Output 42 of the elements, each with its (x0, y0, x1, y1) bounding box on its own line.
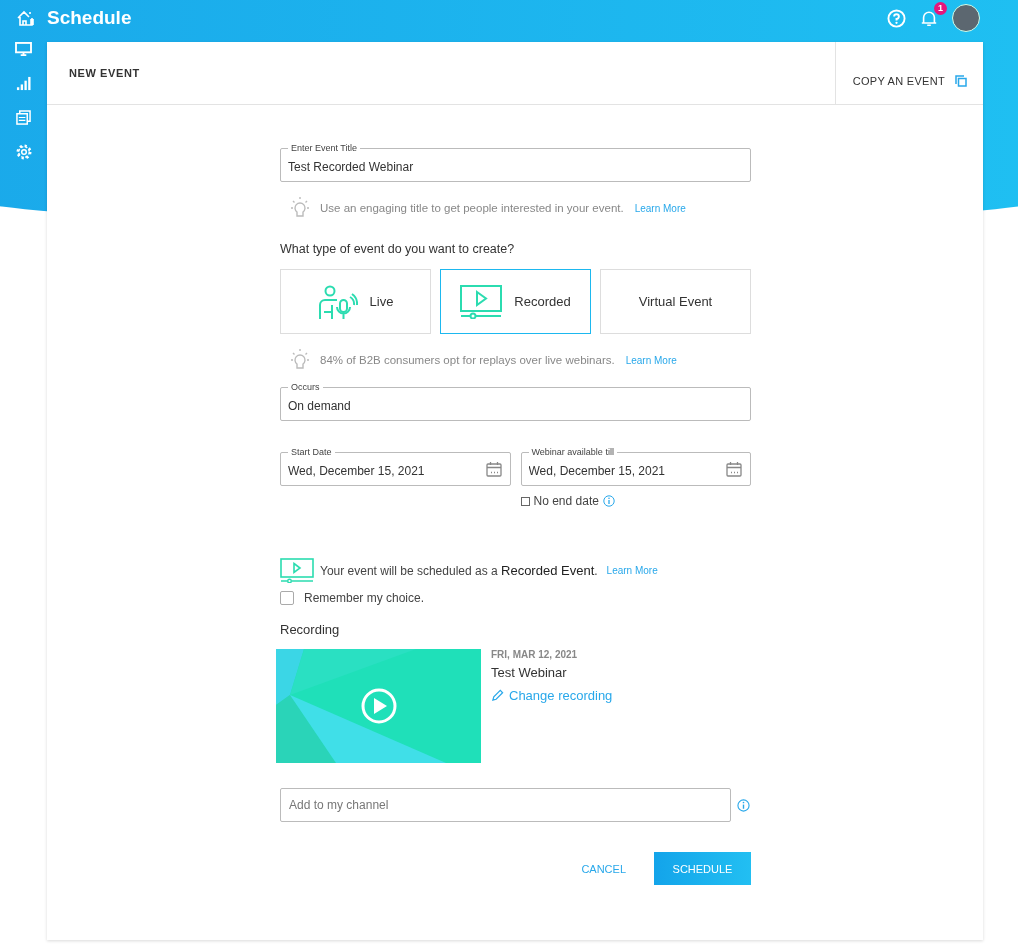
recording-date: FRI, MAR 12, 2021 (491, 649, 578, 660)
checkbox-label: No end date (533, 494, 599, 508)
settings-icon[interactable] (15, 144, 32, 160)
calendar-icon (485, 461, 502, 477)
event-type-option[interactable]: Recorded (440, 269, 591, 334)
schedule-note: Your event will be scheduled as a Recorded Event. (320, 563, 598, 578)
remember-checkbox[interactable] (280, 591, 294, 605)
field-label: Start Date (288, 446, 335, 458)
info-icon[interactable] (737, 798, 750, 812)
stacked-screens-icon[interactable] (16, 110, 31, 125)
event-type-option[interactable]: Live (280, 269, 431, 334)
lightbulb-icon (288, 196, 312, 220)
pencil-icon (491, 689, 504, 702)
tip-text: 84% of B2B consumers opt for replays over live webinars. (320, 354, 615, 366)
field-label: Occurs (288, 381, 323, 393)
field-label: Webinar available till (528, 446, 617, 458)
help-icon[interactable] (887, 8, 906, 28)
recording-title: Test Webinar (491, 665, 567, 680)
section-heading: Recording (280, 622, 341, 637)
video-player-icon (280, 558, 314, 583)
presenter-microphone-icon (317, 284, 358, 319)
tip-text: Use an engaging title to get people interested in your event. (320, 202, 624, 214)
event-type-option[interactable]: Virtual Event (600, 269, 751, 334)
signal-bars-icon[interactable] (16, 76, 31, 91)
home-icon[interactable] (17, 10, 35, 26)
monitor-icon[interactable] (15, 42, 32, 57)
card-title: NEW EVENT (68, 66, 141, 81)
field-label: Enter Event Title (288, 142, 361, 154)
play-icon (361, 688, 397, 724)
question-text: What type of event do you want to create? (280, 242, 516, 256)
calendar-icon (726, 461, 742, 477)
channel-input[interactable]: Add to my channel (280, 788, 731, 822)
bell-icon[interactable] (920, 8, 938, 28)
copy-event-button[interactable]: COPY AN EVENT (834, 42, 983, 104)
video-player-icon (460, 284, 503, 319)
video-thumbnail[interactable] (276, 649, 481, 763)
checkbox-label: Remember my choice. (304, 591, 425, 605)
info-icon[interactable] (602, 495, 615, 507)
app-title: Schedule (47, 7, 132, 29)
lightbulb-icon (288, 348, 312, 372)
copy-icon (955, 75, 967, 87)
no-end-date-checkbox[interactable] (520, 496, 530, 506)
